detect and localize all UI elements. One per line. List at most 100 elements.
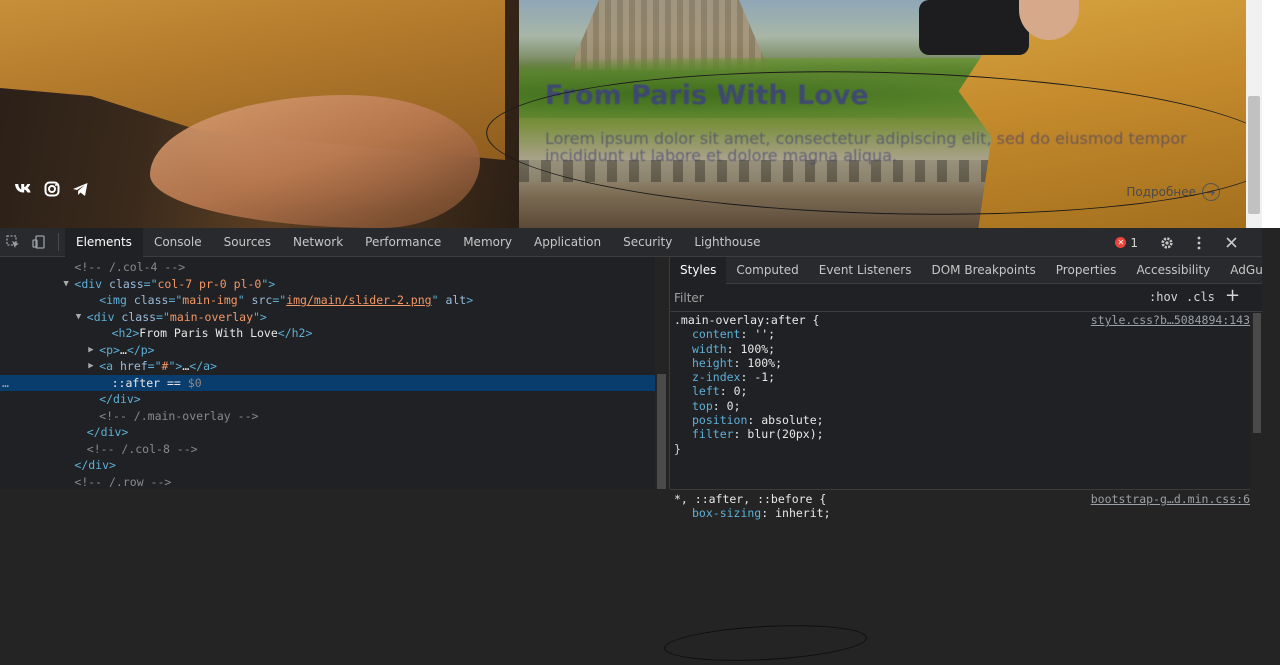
tab-properties[interactable]: Properties bbox=[1046, 257, 1127, 284]
css-declaration[interactable]: height: 100%; bbox=[670, 356, 1250, 370]
collapsed-triangle-icon[interactable]: ▶ bbox=[88, 342, 93, 359]
devtools-outer-edge bbox=[1262, 228, 1280, 489]
tab-network[interactable]: Network bbox=[282, 228, 354, 257]
css-property: position bbox=[692, 413, 748, 428]
css-property: width bbox=[692, 341, 727, 356]
inspect-element-icon[interactable] bbox=[0, 228, 26, 257]
telegram-icon[interactable] bbox=[70, 180, 90, 198]
hover-state-button[interactable]: :hov bbox=[1149, 290, 1178, 304]
hand-drawn-ellipse-filter bbox=[663, 620, 868, 665]
rule-source-link[interactable]: bootstrap-g…d.min.css:6 bbox=[1091, 492, 1250, 506]
css-value: ''; bbox=[754, 327, 776, 342]
styles-filter-input[interactable] bbox=[674, 288, 1134, 308]
elements-tree[interactable]: <!-- /.col-4 --> ▼ <div class="col-7 pr-0 … bbox=[0, 257, 668, 489]
tree-node[interactable]: </div> bbox=[0, 457, 655, 474]
token-val: col-7 pr-0 pl-0 bbox=[157, 276, 262, 291]
node-actions-icon[interactable]: … bbox=[2, 375, 9, 392]
tab-application[interactable]: Application bbox=[523, 228, 612, 257]
tree-node[interactable]: </div> bbox=[0, 391, 655, 408]
tree-node[interactable]: ▶ <p>…</p> bbox=[0, 342, 655, 359]
tab-sources[interactable]: Sources bbox=[213, 228, 282, 257]
css-declaration[interactable]: content: ''; bbox=[670, 327, 1250, 341]
camera-shape bbox=[919, 0, 1029, 55]
token-cmt: <!-- /.row --> bbox=[74, 474, 172, 489]
css-declaration[interactable]: top: 0; bbox=[670, 399, 1250, 413]
tab-console[interactable]: Console bbox=[143, 228, 213, 257]
tree-node[interactable]: <!-- /.col-4 --> bbox=[0, 259, 655, 276]
rule-close-brace: } bbox=[674, 441, 681, 456]
css-declaration[interactable]: width: 100%; bbox=[670, 342, 1250, 356]
token-attr: alt bbox=[445, 293, 467, 307]
token-tag: " bbox=[431, 293, 446, 307]
css-declaration[interactable]: box-sizing: inherit; bbox=[670, 506, 1250, 520]
token-txt: From Paris With Love bbox=[139, 326, 278, 340]
tree-node-content: <!-- /.row --> bbox=[74, 474, 171, 490]
vk-icon[interactable] bbox=[14, 180, 34, 198]
tree-node[interactable]: ▶ <a href="#">…</a> bbox=[0, 358, 655, 375]
tab-lighthouse[interactable]: Lighthouse bbox=[683, 228, 771, 257]
css-declaration[interactable]: position: absolute; bbox=[670, 413, 1250, 427]
token-txt: ::after == bbox=[111, 375, 188, 390]
styles-scrollbar-thumb[interactable] bbox=[1253, 313, 1261, 433]
tab-accessibility[interactable]: Accessibility bbox=[1126, 257, 1220, 284]
tree-node[interactable]: </div> bbox=[0, 424, 655, 441]
css-property: content bbox=[692, 327, 741, 342]
device-toolbar-icon[interactable] bbox=[26, 228, 52, 257]
tab-performance[interactable]: Performance bbox=[354, 228, 452, 257]
collapsed-triangle-icon[interactable]: ▶ bbox=[88, 358, 93, 375]
tree-node[interactable]: ▼ <div class="main-overlay"> bbox=[0, 309, 655, 326]
token-tag: =" bbox=[156, 309, 170, 324]
instagram-icon[interactable] bbox=[42, 180, 62, 198]
rule-selector[interactable]: .main-overlay:after { bbox=[674, 313, 819, 327]
expand-triangle-icon[interactable]: ▼ bbox=[76, 309, 81, 326]
tab-elements[interactable]: Elements bbox=[65, 227, 143, 257]
token-cmt: <!-- /.main-overlay --> bbox=[99, 408, 259, 423]
elements-scrollbar-thumb[interactable] bbox=[657, 374, 666, 489]
tab-computed[interactable]: Computed bbox=[726, 257, 808, 284]
tree-node[interactable]: ▼ <div class="col-7 pr-0 pl-0"> bbox=[0, 276, 655, 293]
plus-icon[interactable]: + bbox=[1225, 285, 1240, 306]
tab-event-listeners[interactable]: Event Listeners bbox=[809, 257, 922, 284]
css-declaration[interactable]: filter: blur(20px); bbox=[670, 427, 1250, 441]
overlay-title: From Paris With Love bbox=[545, 80, 869, 111]
css-declaration[interactable]: z-index: -1; bbox=[670, 370, 1250, 384]
tree-node-content: <!-- /.col-8 --> bbox=[87, 441, 198, 458]
page-scrollbar-thumb[interactable] bbox=[1248, 96, 1260, 214]
tab-memory[interactable]: Memory bbox=[452, 228, 523, 257]
tree-node[interactable]: <!-- /.main-overlay --> bbox=[0, 408, 655, 425]
close-icon[interactable] bbox=[1218, 228, 1244, 257]
tab-security[interactable]: Security bbox=[612, 228, 683, 257]
tree-node-content: ▼ <div class="col-7 pr-0 pl-0"> bbox=[63, 276, 275, 293]
gear-icon[interactable] bbox=[1154, 228, 1180, 257]
tree-node[interactable]: <!-- /.col-8 --> bbox=[0, 441, 655, 458]
css-colon: : bbox=[740, 327, 755, 342]
tab-styles[interactable]: Styles bbox=[670, 257, 727, 284]
tab-dom-breakpoints[interactable]: DOM Breakpoints bbox=[921, 257, 1045, 284]
error-counter[interactable]: ✕ 1 bbox=[1115, 236, 1138, 250]
class-toggle-button[interactable]: .cls bbox=[1186, 290, 1215, 304]
token-tag: =" bbox=[168, 293, 183, 307]
tree-node-selected[interactable]: …::after == $0 bbox=[0, 374, 655, 392]
more-options-icon[interactable] bbox=[1186, 228, 1212, 257]
token-tag: <p> bbox=[99, 342, 120, 357]
rule-selector[interactable]: *, ::after, ::before { bbox=[674, 492, 826, 506]
expand-triangle-icon[interactable]: ▼ bbox=[63, 276, 68, 293]
more-link[interactable]: Подробнее ➔ bbox=[1126, 183, 1220, 201]
token-attr: href bbox=[119, 359, 148, 373]
error-count: 1 bbox=[1130, 235, 1138, 250]
tree-node-content: ::after == $0 bbox=[112, 375, 202, 392]
tree-node-content: ▼ <div class="main-overlay"> bbox=[76, 309, 267, 326]
page-edge bbox=[1262, 0, 1280, 228]
rule-source-link[interactable]: style.css?b…5084894:143 bbox=[1091, 313, 1250, 327]
tabbar-separator bbox=[58, 233, 59, 251]
css-declaration[interactable]: left: 0; bbox=[670, 384, 1250, 398]
token-tag: "> bbox=[168, 359, 183, 373]
css-property: box-sizing bbox=[692, 506, 762, 521]
tree-node[interactable]: <h2>From Paris With Love</h2> bbox=[0, 325, 655, 342]
tree-node-content: </div> bbox=[99, 391, 141, 408]
token-tag: "> bbox=[253, 309, 267, 324]
css-colon: : bbox=[712, 398, 727, 413]
token-tag: " bbox=[237, 293, 252, 307]
tree-node[interactable]: <img class="main-img" src="img/main/slid… bbox=[0, 292, 655, 309]
tree-node[interactable]: <!-- /.row --> bbox=[0, 474, 655, 490]
